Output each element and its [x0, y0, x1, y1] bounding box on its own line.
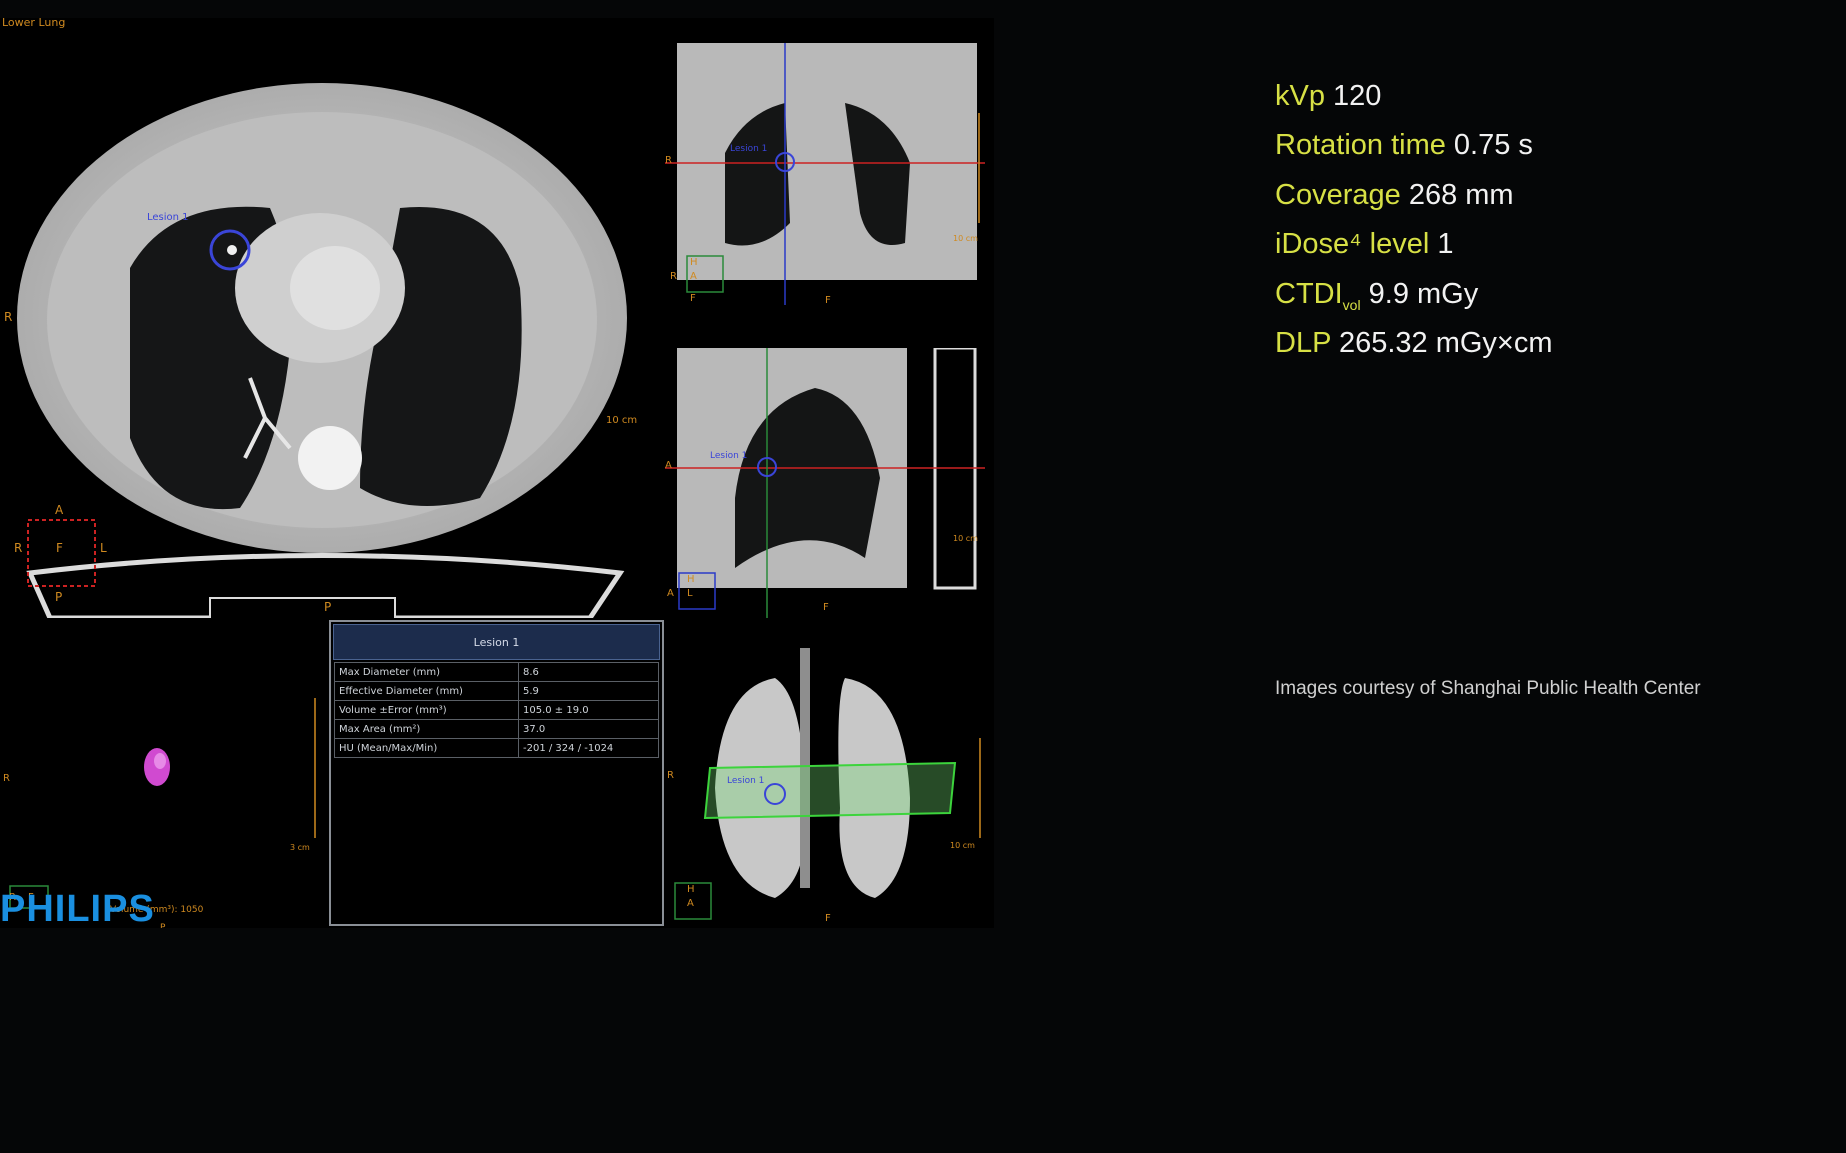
render3d-lesion-label: Lesion 1 — [727, 776, 765, 786]
measurement-label: HU (Mean/Max/Min) — [334, 738, 519, 758]
measurement-label: Effective Diameter (mm) — [334, 681, 519, 701]
table-row: Volume ±Error (mm³) 105.0 ± 19.0 — [334, 700, 659, 720]
coronal-cube-bottom: F — [690, 293, 696, 304]
volume-scale-label: 3 cm — [290, 843, 310, 852]
measurement-value: 8.6 — [518, 662, 659, 682]
axial-cube-r: R — [14, 541, 23, 555]
sagittal-cube-top: H — [687, 574, 695, 585]
table-row: Effective Diameter (mm) 5.9 — [334, 681, 659, 701]
axial-lesion-label: Lesion 1 — [147, 212, 189, 223]
sagittal-orient-a: A — [665, 460, 672, 471]
axial-orient-bottom: P — [324, 600, 332, 614]
axial-cube-a: A — [55, 503, 64, 517]
axial-cube-f: F — [56, 541, 63, 555]
measurement-value: 37.0 — [518, 719, 659, 739]
volume-orient-p: P — [160, 923, 166, 928]
sagittal-cube-left: A — [667, 588, 674, 599]
table-row: Max Diameter (mm) 8.6 — [334, 662, 659, 682]
coronal-cube-left: R — [670, 271, 677, 282]
param-kvp: kVp 120 — [1275, 80, 1382, 112]
axial-cube-p: P — [55, 590, 63, 604]
param-dlp: DLP 265.32 mGy×cm — [1275, 327, 1553, 359]
axial-ct-image — [17, 83, 627, 618]
philips-logo: PHILIPS — [0, 888, 155, 930]
measurement-label: Max Area (mm²) — [334, 719, 519, 739]
sagittal-orient-f: F — [823, 602, 829, 613]
coronal-view[interactable]: Lesion 1 R F H A R F 10 cm — [665, 43, 985, 305]
table-row: HU (Mean/Max/Min) -201 / 324 / -1024 — [334, 738, 659, 758]
param-idose-level: iDose⁴ level 1 — [1275, 228, 1454, 260]
axial-view[interactable]: Lower Lung Lesion 1 R A R F L P P — [0, 18, 636, 618]
measurement-label: Volume ±Error (mm³) — [334, 700, 519, 720]
lesion-volume-render — [9, 698, 316, 909]
render3d-scale-label: 10 cm — [950, 841, 975, 850]
coronal-scale-label: 10 cm — [953, 234, 978, 243]
render3d-cube-mid: A — [687, 898, 694, 909]
render3d-cube-top: H — [687, 884, 695, 895]
param-ctdi: CTDIvol 9.9 mGy — [1275, 278, 1479, 313]
lung-3d-view[interactable]: Lesion 1 R F H A 10 cm — [665, 628, 985, 928]
image-credit: Images courtesy of Shanghai Public Healt… — [1275, 678, 1701, 699]
coronal-cube-mid: A — [690, 271, 697, 282]
coronal-lesion-label: Lesion 1 — [730, 144, 768, 154]
volume-view[interactable]: R 3 cm R F Volume (mm³): 1050 P — [0, 628, 320, 928]
render3d-orient-r: R — [667, 770, 674, 781]
coronal-orient-f: F — [825, 295, 831, 305]
measurement-value: -201 / 324 / -1024 — [518, 738, 659, 758]
measurement-value: 105.0 ± 19.0 — [518, 700, 659, 720]
axial-scale-label: 10 cm — [606, 415, 638, 426]
sagittal-cube-mid: L — [687, 588, 693, 599]
axial-cube-l: L — [100, 541, 107, 555]
coronal-cube-top: H — [690, 257, 698, 268]
volume-orient-r: R — [3, 773, 10, 784]
lesion-measurement-panel: Lesion 1 Max Diameter (mm) 8.6 Effective D… — [329, 620, 664, 926]
lung-3d-render — [674, 648, 981, 920]
sagittal-scale-label: 10 cm — [953, 534, 978, 543]
param-rotation-time: Rotation time 0.75 s — [1275, 129, 1533, 161]
coronal-ct-image — [665, 43, 985, 305]
axial-orient-left: R — [4, 310, 13, 324]
measurement-header: Lesion 1 — [333, 624, 660, 660]
table-row: Max Area (mm²) 37.0 — [334, 719, 659, 739]
sagittal-lesion-label: Lesion 1 — [710, 451, 748, 461]
sagittal-ct-image — [665, 348, 985, 618]
render3d-orient-f: F — [825, 913, 831, 924]
measurement-value: 5.9 — [518, 681, 659, 701]
coronal-orient-r: R — [665, 155, 672, 166]
measurement-label: Max Diameter (mm) — [334, 662, 519, 682]
sagittal-view[interactable]: Lesion 1 A F H L A 10 cm — [665, 348, 985, 618]
measurement-table: Max Diameter (mm) 8.6 Effective Diameter (… — [334, 662, 659, 758]
param-coverage: Coverage 268 mm — [1275, 179, 1514, 211]
